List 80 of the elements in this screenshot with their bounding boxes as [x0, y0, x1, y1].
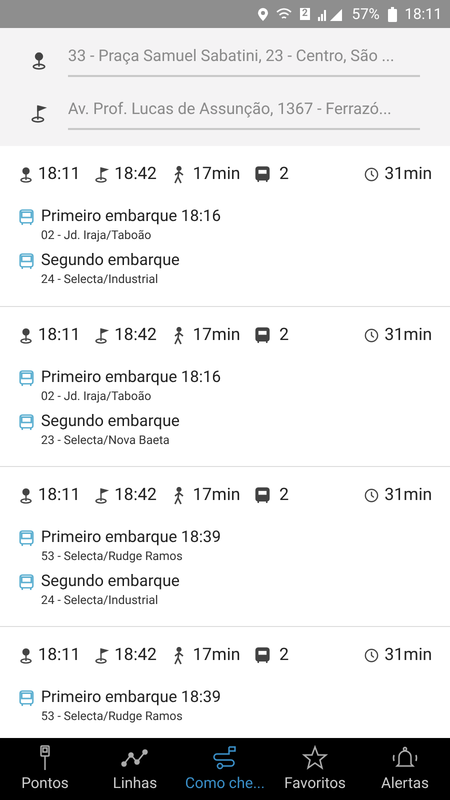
battery-percent: 57% — [352, 4, 380, 25]
bus-outline-icon — [18, 574, 35, 590]
trip-duration: 31min — [384, 163, 432, 186]
walk-duration: 17min — [192, 163, 240, 186]
status-time: 18:11 — [404, 4, 442, 25]
route-name: 53 - Selecta/Rudge Ramos — [41, 708, 184, 724]
origin-pin-icon — [18, 166, 34, 183]
star-icon — [301, 744, 329, 772]
clock-icon — [364, 488, 380, 504]
origin-pin-icon — [30, 52, 48, 70]
nav-tab[interactable]: Como che... — [180, 738, 270, 800]
walk-duration: 17min — [192, 644, 240, 667]
leg-title: Segundo embarque — [41, 410, 180, 430]
location-icon — [258, 8, 268, 20]
clock-icon — [364, 648, 380, 664]
leg-title: Segundo embarque — [41, 250, 180, 270]
destination-flag-icon — [30, 104, 48, 122]
route-name: 53 - Selecta/Rudge Ramos — [41, 548, 184, 564]
trip-card[interactable]: 18:11 18:42 17min 2 31min Primeiro embarque 18:16 02 - Jd. Iraja/Taboão Segundo embarque 23 - Selecta/Nova Baeta — [0, 306, 450, 466]
bus-icon — [254, 647, 272, 664]
sim-badge: 2 — [300, 8, 310, 20]
nav-tab[interactable]: Linhas — [90, 738, 180, 800]
route-name: 02 - Jd. Iraja/Taboão — [41, 226, 152, 244]
bus-outline-icon — [18, 530, 35, 546]
leg-title: Primeiro embarque — [41, 526, 178, 546]
trip-duration: 31min — [384, 324, 432, 347]
walk-duration: 17min — [192, 324, 240, 347]
leg-time: 18:39 — [181, 686, 221, 706]
bus-count: 2 — [279, 644, 289, 667]
origin-pin-icon — [18, 328, 34, 344]
bus-icon — [254, 327, 272, 344]
leg-time: 18:39 — [181, 526, 221, 546]
destination-flag-icon — [94, 488, 110, 504]
battery-icon — [388, 6, 397, 22]
walk-duration: 17min — [192, 484, 240, 507]
destination-flag-icon — [94, 166, 110, 183]
route-name: 24 - Selecta/Industrial — [41, 592, 160, 608]
leg-time: 18:16 — [181, 206, 221, 226]
bus-icon — [254, 166, 272, 184]
origin-pin-icon — [18, 488, 34, 504]
wifi-icon — [276, 8, 292, 20]
nav-tab[interactable]: Favoritos — [270, 738, 360, 800]
signal-icon — [318, 7, 344, 21]
destination-flag-icon — [94, 648, 110, 664]
nav-tab[interactable]: Pontos — [0, 738, 90, 800]
bus-outline-icon — [18, 690, 35, 706]
bus-outline-icon — [18, 370, 35, 386]
bus-outline-icon — [18, 252, 35, 270]
arrive-time: 18:42 — [114, 644, 157, 667]
bus-outline-icon — [18, 208, 35, 226]
arrive-time: 18:42 — [114, 324, 157, 347]
route-name: 23 - Selecta/Nova Baeta — [41, 432, 171, 448]
trip-card[interactable]: 18:11 18:42 17min 2 31min Primeiro embarque 18:16 02 - Jd. Iraja/Taboão Segundo embarque 24 - Selecta/Industrial — [0, 146, 450, 306]
depart-time: 18:11 — [38, 163, 80, 186]
depart-time: 18:11 — [38, 484, 80, 507]
route-name: 02 - Jd. Iraja/Taboão — [41, 388, 152, 404]
leg-title: Primeiro embarque — [41, 206, 178, 226]
route-icon — [211, 744, 239, 772]
route-name: 24 - Selecta/Industrial — [41, 270, 160, 288]
trip-duration: 31min — [384, 644, 432, 667]
nav-tab[interactable]: Alertas — [360, 738, 450, 800]
leg-title: Primeiro embarque — [41, 686, 178, 706]
clock-icon — [364, 328, 380, 344]
depart-time: 18:11 — [38, 324, 80, 347]
bus-icon — [254, 487, 272, 504]
arrive-time: 18:42 — [114, 163, 157, 186]
arrive-time: 18:42 — [114, 484, 157, 507]
leg-title: Primeiro embarque — [41, 366, 178, 386]
clock-icon — [364, 167, 380, 182]
bus-count: 2 — [279, 163, 289, 186]
leg-title: Segundo embarque — [41, 570, 180, 590]
origin-pin-icon — [18, 648, 34, 664]
bus-outline-icon — [18, 414, 35, 430]
leg-time: 18:16 — [181, 366, 221, 386]
trip-duration: 31min — [384, 484, 432, 507]
trip-card[interactable]: 18:11 18:42 17min 2 31min Primeiro embarque 18:39 53 - Selecta/Rudge Ramos Segundo embarque 24 - Selecta/Industrial — [0, 466, 450, 626]
bus-count: 2 — [279, 484, 289, 507]
destination-flag-icon — [94, 328, 110, 344]
bus-count: 2 — [279, 324, 289, 347]
depart-time: 18:11 — [38, 644, 80, 667]
